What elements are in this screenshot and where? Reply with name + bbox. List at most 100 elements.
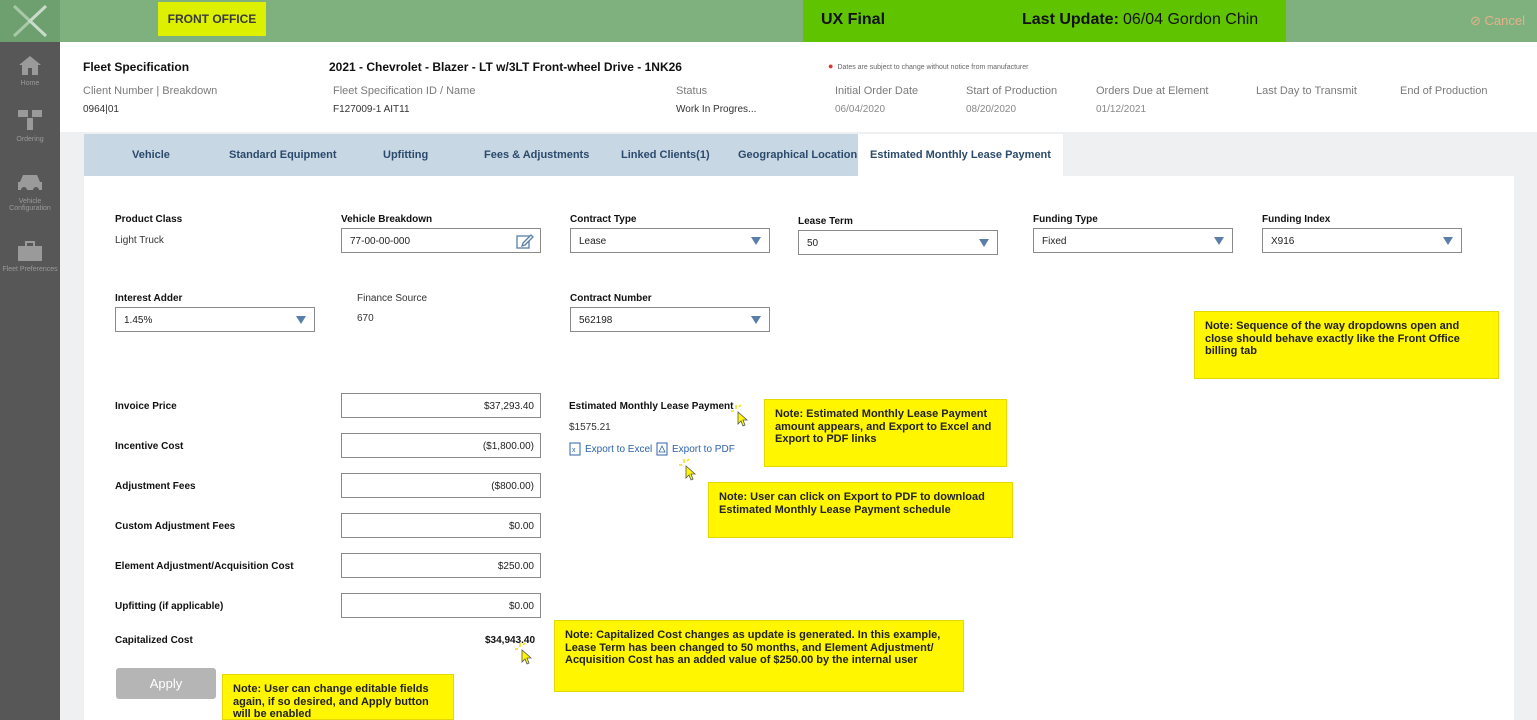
last-day-label: Last Day to Transmit [1256, 85, 1357, 97]
client-number-value: 0964|01 [83, 104, 119, 115]
car-icon [18, 175, 42, 193]
orders-due-label: Orders Due at Element [1096, 85, 1209, 97]
cancel-button[interactable]: ⊘ Cancel [1470, 13, 1525, 29]
custom-adjustment-fees-field[interactable]: $0.00 [341, 513, 541, 538]
interest-adder-label: Interest Adder [115, 293, 183, 304]
funding-index-label: Funding Index [1262, 214, 1331, 225]
vehicle-breakdown-field[interactable]: 77-00-00-000 [341, 228, 541, 253]
excel-file-icon: x [569, 442, 581, 456]
product-class-label: Product Class [115, 214, 183, 225]
spec-id-label: Fleet Specification ID / Name [333, 85, 476, 97]
capitalized-cost-label: Capitalized Cost [115, 635, 193, 646]
home-icon [19, 56, 41, 75]
tab-vehicle[interactable]: Vehicle [132, 134, 170, 176]
finance-source-value: 670 [357, 313, 374, 324]
top-bar: FRONT OFFICE UX Final Last Update: 06/04… [0, 0, 1537, 42]
vehicle-breakdown-value: 77-00-00-000 [350, 236, 411, 247]
contract-type-select[interactable]: Lease [570, 228, 770, 253]
tab-geographical-location[interactable]: Geographical Location [738, 134, 857, 176]
logo-icon [12, 4, 48, 38]
svg-text:x: x [572, 447, 576, 454]
lease-term-value: 50 [807, 238, 819, 249]
chevron-down-icon [1214, 237, 1224, 245]
upfitting-field[interactable]: $0.00 [341, 593, 541, 618]
tab-standard-equipment[interactable]: Standard Equipment [229, 134, 337, 176]
sidebar-item-fleet-preferences[interactable]: Fleet Preferences [0, 240, 60, 273]
sidebar-item-vehicle-configuration[interactable]: Vehicle Configuration [0, 172, 60, 212]
vehicle-title: 2021 - Chevrolet - Blazer - LT w/3LT Fro… [329, 60, 682, 74]
note-dropdowns: Note: Sequence of the way dropdowns open… [1194, 311, 1499, 379]
apply-button[interactable]: Apply [116, 668, 216, 699]
sidebar: Home Ordering Vehicle Configuration Flee… [0, 42, 60, 720]
contract-type-label: Contract Type [570, 214, 637, 225]
note-capitalized-cost: Note: Capitalized Cost changes as update… [554, 620, 964, 692]
briefcase-icon [18, 241, 42, 261]
export-excel-link[interactable]: x Export to Excel [569, 442, 652, 456]
export-pdf-label: Export to PDF [672, 443, 735, 455]
chevron-down-icon [1443, 237, 1453, 245]
export-pdf-link[interactable]: Export to PDF [656, 442, 735, 456]
tab-fees-adjustments[interactable]: Fees & Adjustments [484, 134, 589, 176]
element-adjustment-label: Element Adjustment/Acquisition Cost [115, 561, 294, 572]
interest-adder-value: 1.45% [124, 315, 153, 326]
lease-term-label: Lease Term [798, 216, 853, 227]
funding-type-value: Fixed [1042, 236, 1067, 247]
chevron-down-icon [979, 239, 989, 247]
export-excel-label: Export to Excel [585, 443, 653, 455]
note-estimate: Note: Estimated Monthly Lease Payment am… [764, 399, 1007, 467]
vehicle-breakdown-label: Vehicle Breakdown [341, 214, 433, 225]
ordering-icon [18, 110, 42, 130]
status-label: Status [676, 85, 708, 97]
note-export-pdf: Note: User can click on Export to PDF to… [708, 482, 1013, 538]
element-adjustment-field[interactable]: $250.00 [341, 553, 541, 578]
pointer-cursor-icon [679, 458, 697, 481]
last-update-label: Last Update: [1022, 11, 1119, 28]
sidebar-item-home[interactable]: Home [0, 54, 60, 87]
spec-id-value: F127009-1 AIT11 [333, 104, 410, 115]
status-value: Work In Progres... [676, 104, 757, 115]
pointer-cursor-icon [731, 404, 749, 427]
incentive-cost-field[interactable]: ($1,800.00) [341, 433, 541, 458]
custom-adjustment-fees-label: Custom Adjustment Fees [115, 521, 236, 532]
pdf-file-icon [656, 442, 668, 456]
fleet-spec-label: Fleet Specification [83, 60, 190, 74]
incentive-cost-label: Incentive Cost [115, 441, 184, 452]
sidebar-item-ordering[interactable]: Ordering [0, 108, 60, 143]
chevron-down-icon [296, 316, 306, 324]
front-office-label: FRONT OFFICE [158, 2, 266, 36]
tab-estimated-monthly-lease-payment[interactable]: Estimated Monthly Lease Payment [858, 134, 1063, 176]
logo[interactable] [0, 0, 60, 42]
contract-number-select[interactable]: 562198 [570, 307, 770, 332]
lease-term-select[interactable]: 50 [798, 230, 998, 255]
note-apply: Note: User can change editable fields ag… [222, 674, 454, 720]
interest-adder-select[interactable]: 1.45% [115, 307, 315, 332]
cancel-label: Cancel [1484, 13, 1525, 28]
cancel-icon: ⊘ [1470, 13, 1481, 28]
product-class-value: Light Truck [115, 235, 164, 246]
tab-upfitting[interactable]: Upfitting [383, 134, 428, 176]
last-update-value: 06/04 Gordon Chin [1123, 11, 1259, 28]
edit-icon[interactable] [516, 233, 534, 249]
start-production-value: 08/20/2020 [966, 104, 1017, 115]
orders-due-value: 01/12/2021 [1096, 104, 1147, 115]
client-number-label: Client Number | Breakdown [83, 85, 218, 97]
disclaimer: ● Dates are subject to change without not… [828, 61, 1029, 71]
adjustment-fees-field[interactable]: ($800.00) [341, 473, 541, 498]
funding-index-select[interactable]: X916 [1262, 228, 1462, 253]
sidebar-item-label: Ordering [16, 136, 44, 143]
ux-final-banner: UX Final Last Update: 06/04 Gordon Chin [803, 0, 1286, 42]
sidebar-item-label: Fleet Preferences [2, 266, 58, 273]
end-production-label: End of Production [1400, 85, 1488, 97]
pointer-cursor-icon [515, 642, 533, 665]
funding-index-value: X916 [1271, 236, 1295, 247]
adjustment-fees-label: Adjustment Fees [115, 481, 196, 492]
tab-linked-clients[interactable]: Linked Clients(1) [621, 134, 710, 176]
contract-number-label: Contract Number [570, 293, 652, 304]
estimate-label: Estimated Monthly Lease Payment [569, 401, 734, 412]
funding-type-select[interactable]: Fixed [1033, 228, 1233, 253]
initial-order-value: 06/04/2020 [835, 104, 886, 115]
estimate-value: $1575.21 [569, 422, 611, 433]
spec-header: Fleet Specification 2021 - Chevrolet - B… [60, 42, 1537, 132]
invoice-price-field[interactable]: $37,293.40 [341, 393, 541, 418]
funding-type-label: Funding Type [1033, 214, 1098, 225]
